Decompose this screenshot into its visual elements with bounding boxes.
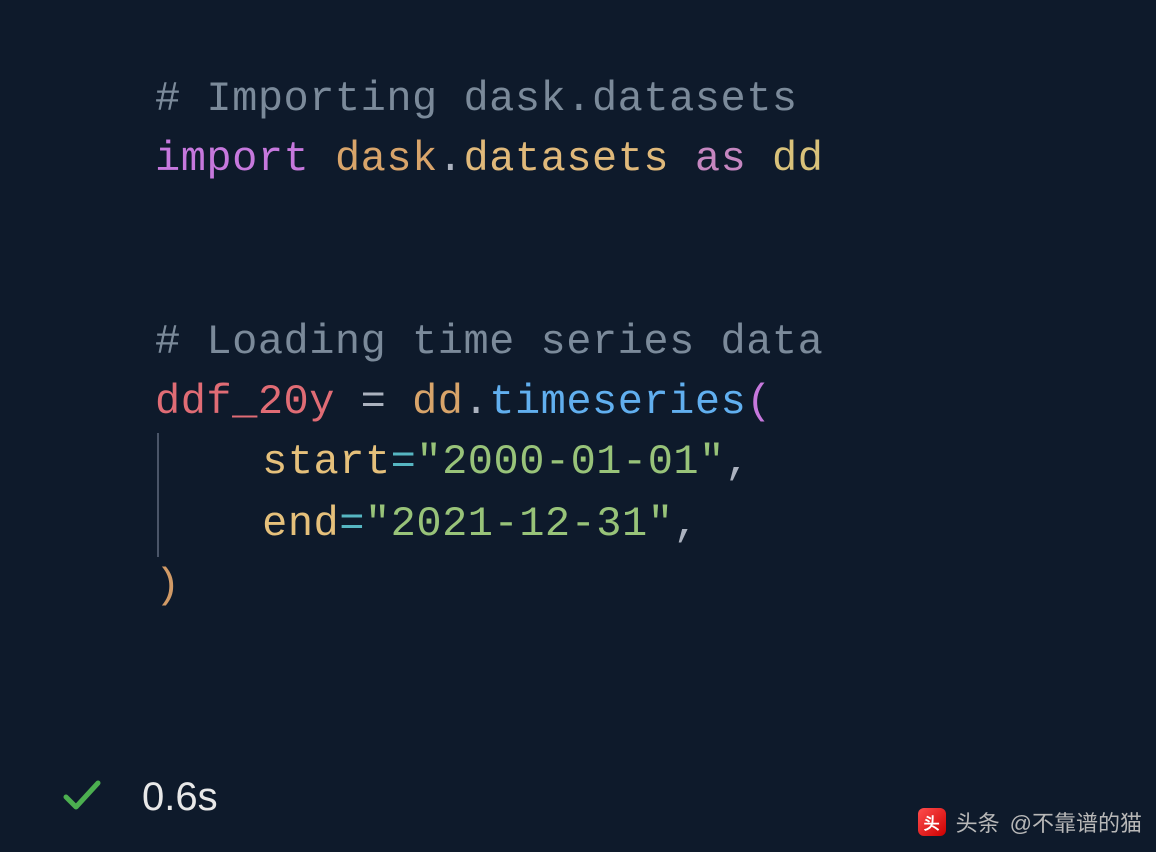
comment-text: # Loading time series data xyxy=(155,318,823,366)
param-name: end xyxy=(262,500,339,548)
code-line: ) xyxy=(155,557,1156,617)
code-line: end="2021-12-31", xyxy=(155,495,1156,557)
module-name: dask xyxy=(335,135,438,183)
blank-line xyxy=(155,251,1156,313)
execution-time: 0.6s xyxy=(142,775,218,820)
code-editor[interactable]: # Importing dask.datasets import dask.da… xyxy=(0,0,1156,616)
string-literal: "2000-01-01" xyxy=(416,438,724,486)
success-check-icon xyxy=(58,771,106,824)
code-line: ddf_20y = dd.timeseries( xyxy=(155,373,1156,433)
execution-status: 0.6s xyxy=(58,771,218,824)
variable-name: ddf_20y xyxy=(155,378,335,426)
close-paren: ) xyxy=(155,562,181,610)
keyword-as: as xyxy=(695,135,746,183)
object-name: dd xyxy=(412,378,463,426)
string-literal: "2021-12-31" xyxy=(365,500,673,548)
comment-text: # Importing dask.datasets xyxy=(155,75,798,123)
equals: = xyxy=(391,438,417,486)
code-line: # Loading time series data xyxy=(155,313,1156,373)
assign-op: = xyxy=(361,378,387,426)
dot: . xyxy=(438,135,464,183)
function-name: timeseries xyxy=(489,378,746,426)
watermark-logo-icon: 头 xyxy=(918,808,946,836)
code-line: # Importing dask.datasets xyxy=(155,70,1156,130)
dot: . xyxy=(464,378,490,426)
watermark-user: @不靠谱的猫 xyxy=(1010,806,1142,838)
code-line: start="2000-01-01", xyxy=(155,433,1156,495)
comma: , xyxy=(673,500,699,548)
watermark: 头 头条 @不靠谱的猫 xyxy=(918,806,1142,838)
equals: = xyxy=(339,500,365,548)
code-line: import dask.datasets as dd xyxy=(155,130,1156,190)
watermark-brand: 头条 xyxy=(956,806,1000,838)
keyword-import: import xyxy=(155,135,309,183)
alias-name: dd xyxy=(772,135,823,183)
blank-line xyxy=(155,189,1156,251)
indent-guide xyxy=(157,495,159,557)
indent-guide xyxy=(157,433,159,495)
param-name: start xyxy=(262,438,391,486)
module-name: datasets xyxy=(464,135,670,183)
comma: , xyxy=(725,438,751,486)
open-paren: ( xyxy=(746,378,772,426)
